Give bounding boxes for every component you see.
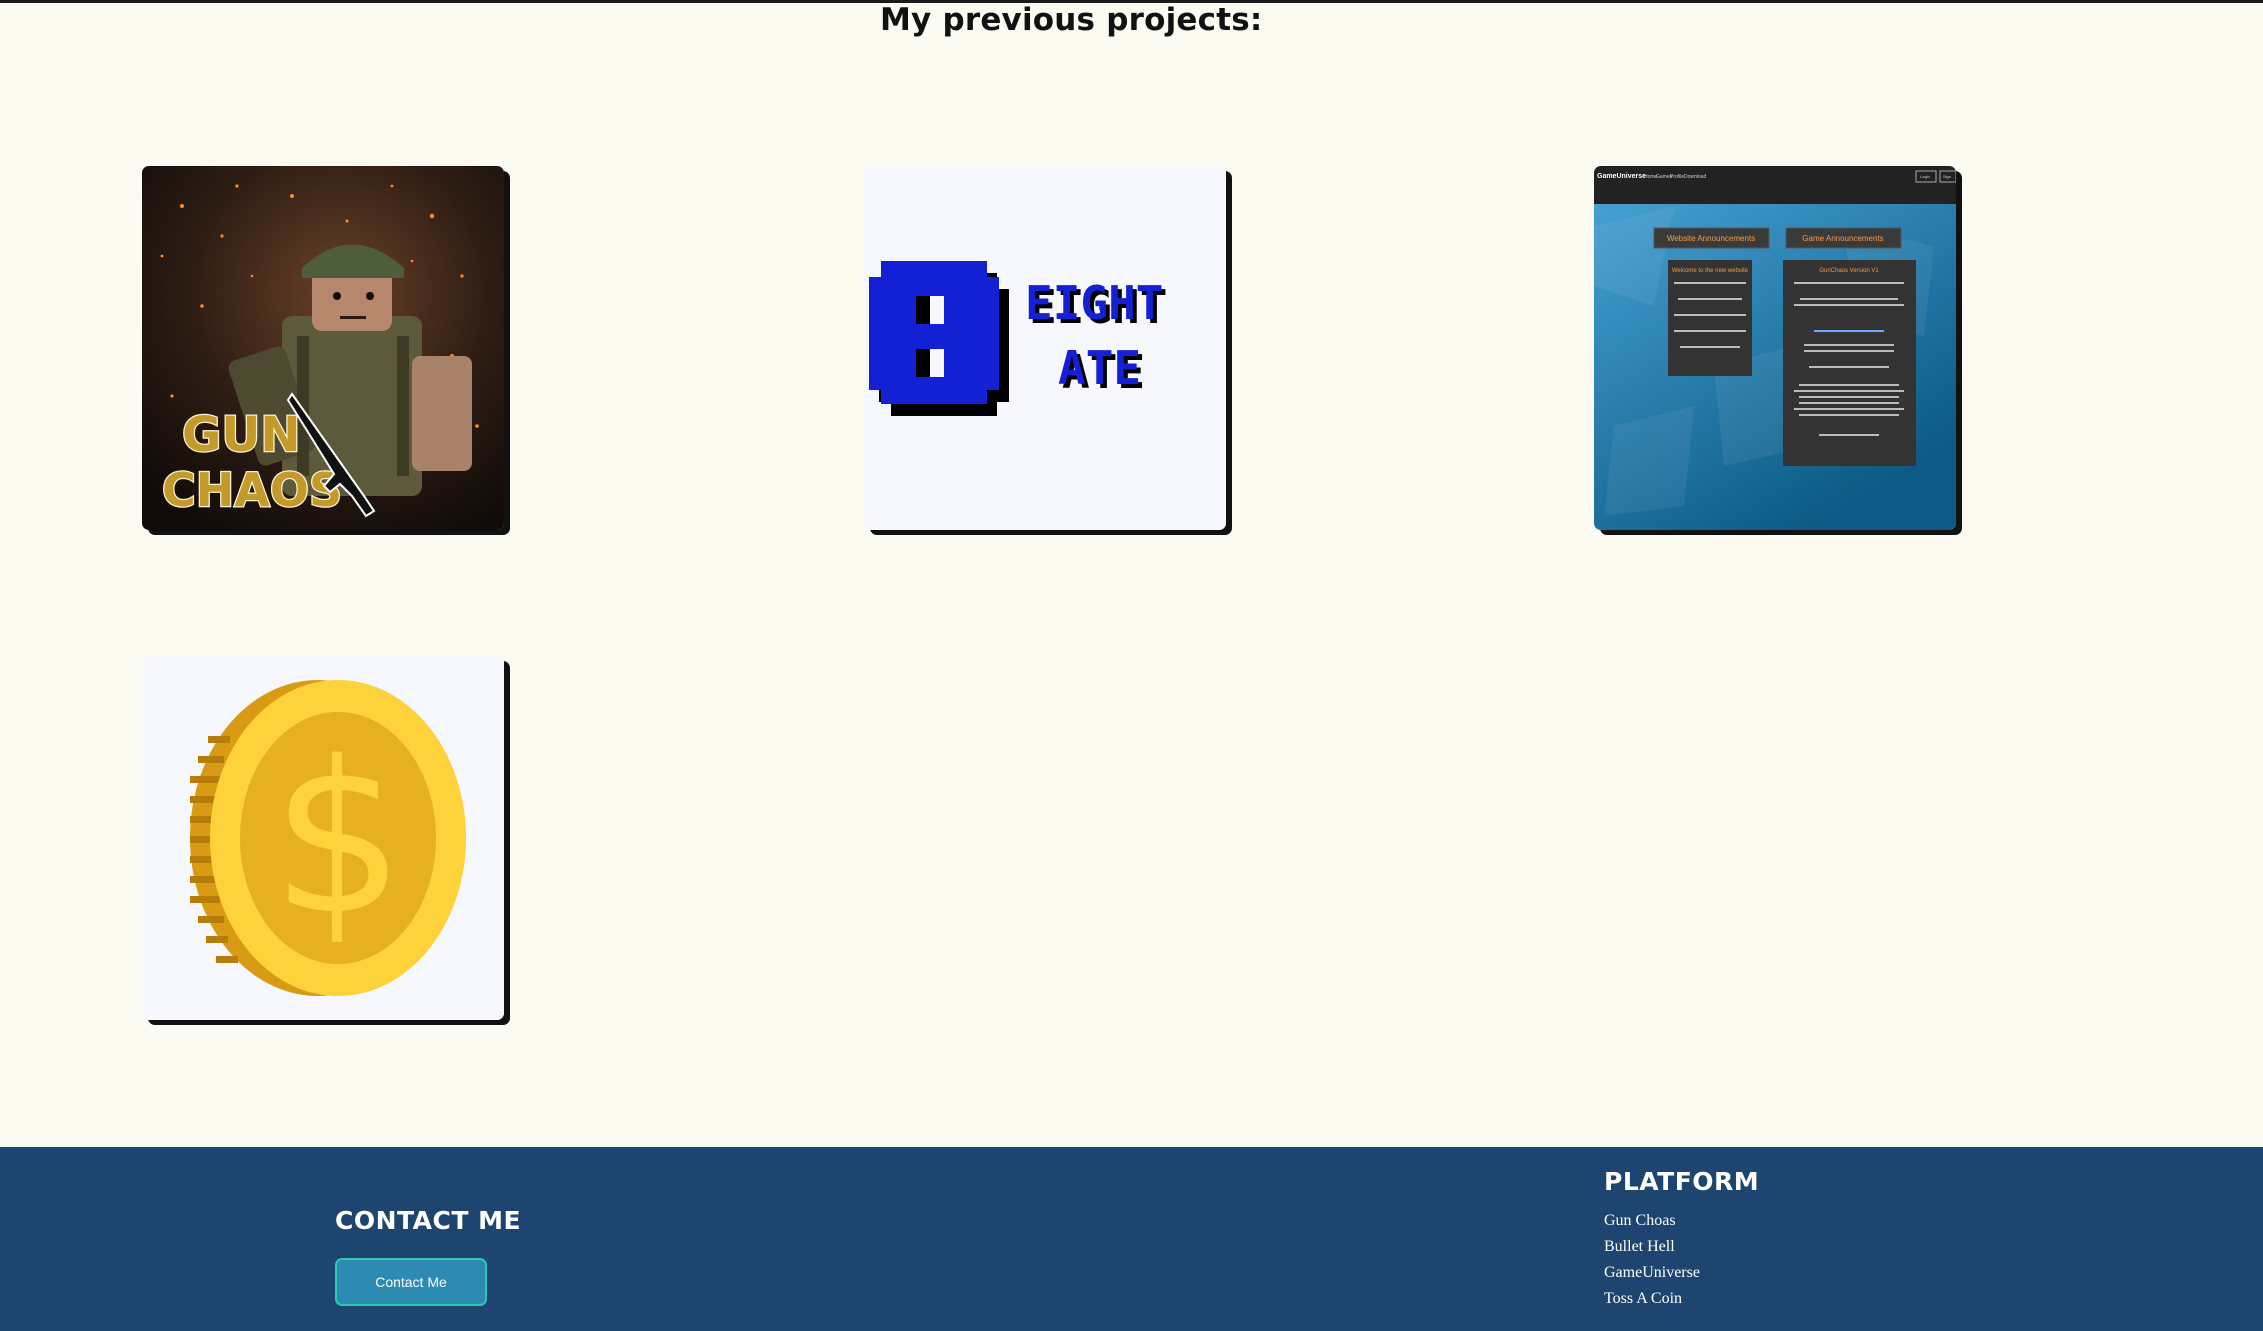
svg-text:Login: Login bbox=[1920, 174, 1930, 179]
footer: CONTACT ME Contact Me PLATFORM Gun Choas… bbox=[0, 1147, 2263, 1331]
platform-link-item: Bullet Hell bbox=[1604, 1238, 1700, 1264]
svg-text:Website Announcements: Website Announcements bbox=[1667, 234, 1755, 243]
platform-link-game-universe[interactable]: GameUniverse bbox=[1604, 1264, 1700, 1281]
page-title: My previous projects: bbox=[880, 2, 1263, 38]
platform-links: Gun Choas Bullet Hell GameUniverse Toss … bbox=[1604, 1212, 1700, 1316]
contact-me-button[interactable]: Contact Me bbox=[335, 1258, 487, 1306]
project-card-gun-chaos[interactable]: GUN CHAOS bbox=[142, 166, 504, 530]
svg-text:GameUniverse: GameUniverse bbox=[1597, 173, 1646, 180]
project-card-eight-ate[interactable]: EIGHT EIGHT ATE ATE bbox=[864, 166, 1226, 530]
platform-link-item: GameUniverse bbox=[1604, 1264, 1700, 1290]
project-card-toss-a-coin[interactable]: $ bbox=[142, 656, 504, 1020]
svg-text:Profile: Profile bbox=[1670, 174, 1684, 180]
svg-text:Sign: Sign bbox=[1943, 174, 1951, 179]
gun-chaos-thumbnail: GUN CHAOS bbox=[142, 166, 504, 530]
svg-text:GunChaos Version V1: GunChaos Version V1 bbox=[1819, 268, 1879, 274]
project-card-game-universe[interactable]: GameUniverse Home Games Profile Download… bbox=[1594, 166, 1956, 530]
svg-text:Game Announcements: Game Announcements bbox=[1802, 234, 1883, 243]
svg-text:ATE: ATE bbox=[1058, 341, 1141, 395]
eight-ate-thumbnail: EIGHT EIGHT ATE ATE bbox=[864, 166, 1226, 530]
svg-text:$: $ bbox=[271, 716, 405, 961]
game-universe-thumbnail: GameUniverse Home Games Profile Download… bbox=[1594, 166, 1956, 530]
platform-link-bullet-hell[interactable]: Bullet Hell bbox=[1604, 1238, 1675, 1255]
contact-heading: CONTACT ME bbox=[335, 1206, 522, 1235]
coin-thumbnail: $ bbox=[142, 656, 504, 1020]
svg-text:CHAOS: CHAOS bbox=[162, 463, 342, 517]
platform-link-gun-chaos[interactable]: Gun Choas bbox=[1604, 1212, 1676, 1229]
platform-link-item: Gun Choas bbox=[1604, 1212, 1700, 1238]
platform-link-toss-a-coin[interactable]: Toss A Coin bbox=[1604, 1290, 1682, 1307]
platform-heading: PLATFORM bbox=[1604, 1167, 1760, 1196]
svg-text:Welcome to the new website: Welcome to the new website bbox=[1672, 268, 1749, 274]
svg-text:Download: Download bbox=[1684, 174, 1706, 180]
svg-text:GUN: GUN bbox=[182, 407, 301, 463]
platform-link-item: Toss A Coin bbox=[1604, 1290, 1700, 1316]
svg-text:EIGHT: EIGHT bbox=[1025, 276, 1163, 330]
